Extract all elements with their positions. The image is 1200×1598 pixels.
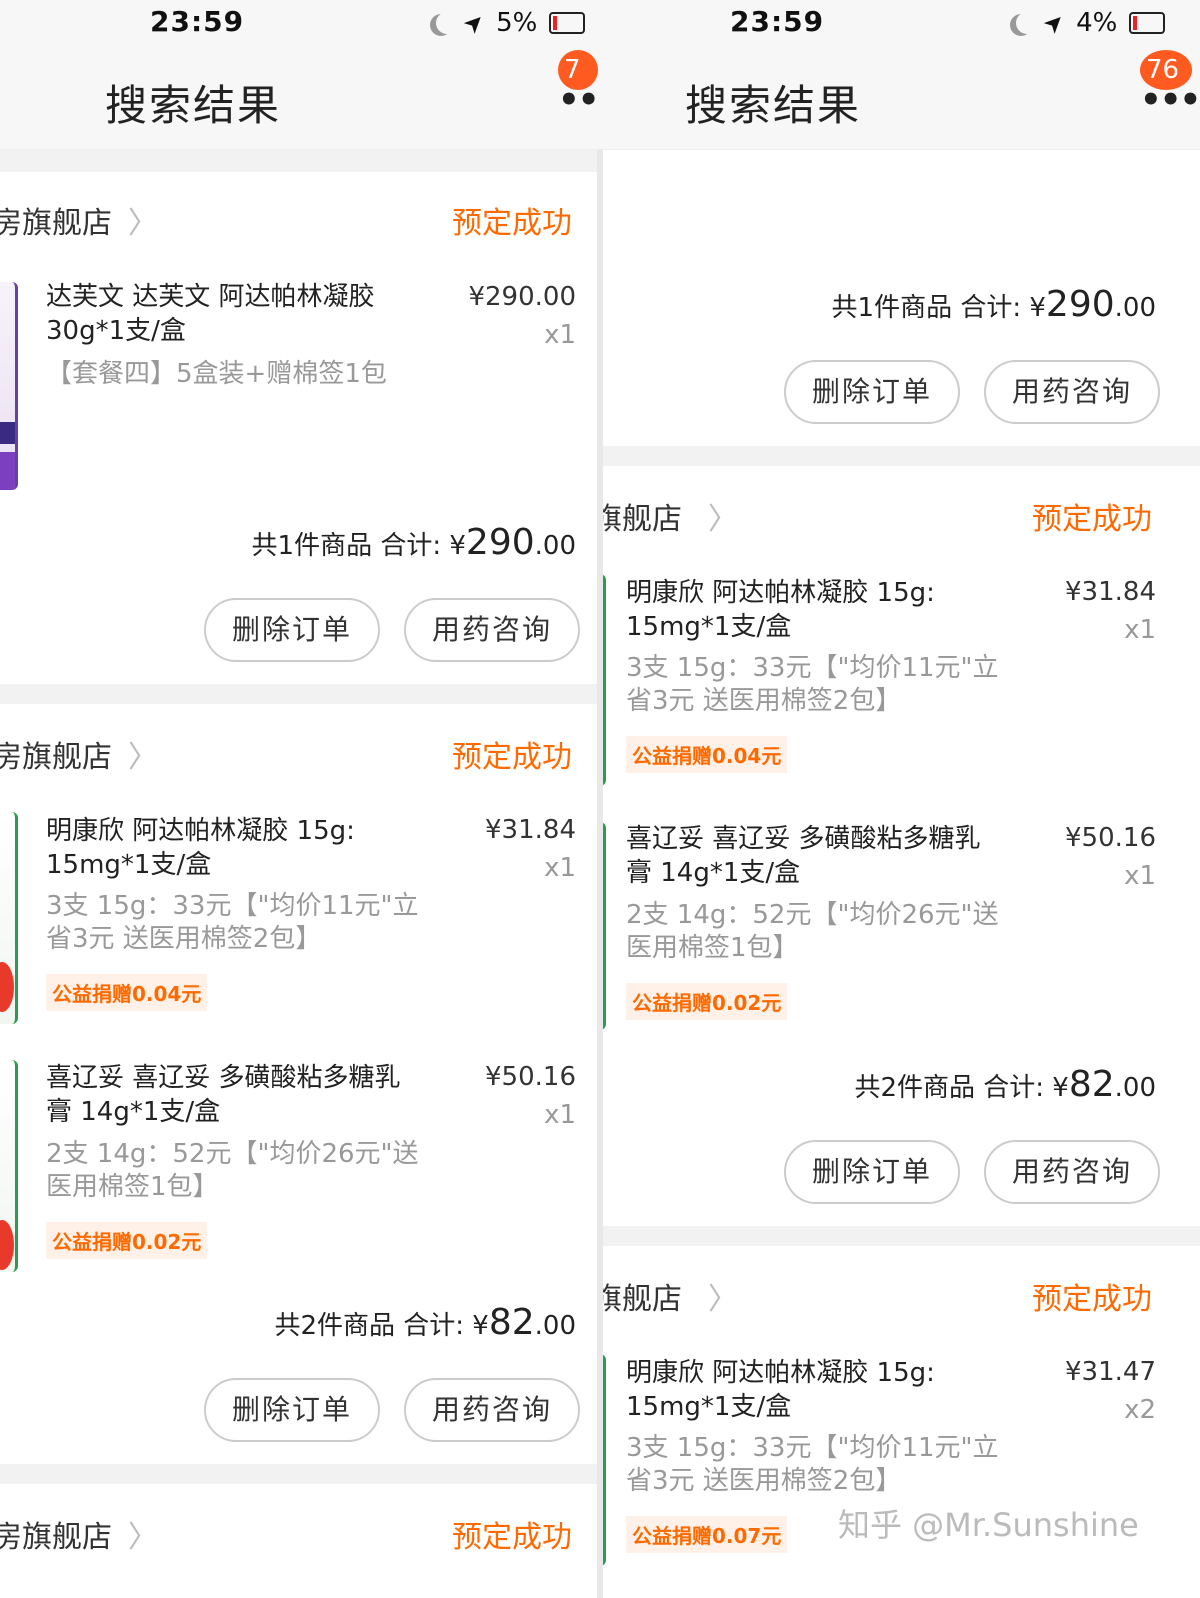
battery-icon [1129, 12, 1166, 34]
order-summary: 共2件商品 合计: ¥82.00 [600, 1064, 1156, 1105]
item-title[interactable]: 明康欣 阿达帕林凝胶 15g: 15mg*1支/盒 [46, 814, 426, 882]
order-status: 预定成功 [1032, 1282, 1152, 1317]
summary-decimals: .00 [1114, 1073, 1156, 1103]
chevron-right-icon[interactable]: 〉 [128, 1512, 158, 1556]
section-gap [0, 1464, 600, 1484]
moon-icon [436, 12, 458, 34]
status-time: 23:59 [150, 5, 245, 38]
section-gap [600, 446, 1200, 466]
item-spec: 3支 15g：33元【"均价11元"立省3元 送医用棉签2包】 [46, 891, 419, 954]
section-gap [600, 1226, 1200, 1246]
page-title: 搜索结果 [105, 81, 282, 130]
item-price: ¥31.84 [1065, 577, 1156, 607]
item-spec: 2支 14g：52元【"均价26元"送医用棉签1包】 [46, 1139, 419, 1202]
summary-label: 共1件商品 合计: ¥ [251, 531, 466, 561]
item-title[interactable]: 喜辽妥 喜辽妥 多磺酸粘多糖乳膏 14g*1支/盒 [46, 1061, 426, 1129]
item-title[interactable]: 达芙文 达芙文 阿达帕林凝胶 30g*1支/盒 [46, 280, 426, 348]
moon-icon [1016, 12, 1038, 34]
item-price: ¥31.47 [1065, 1357, 1156, 1387]
status-bar: 23:59 ➤ 4% [600, 0, 1200, 50]
item-quantity: x1 [544, 1100, 576, 1130]
nav-bar: 搜索结果 76 ••• [600, 50, 1200, 150]
item-quantity: x2 [1124, 1395, 1156, 1425]
watermark: 知乎 @Mr.Sunshine [838, 1506, 1139, 1544]
summary-amount: 82 [1068, 1064, 1115, 1105]
screenshot-divider [597, 150, 603, 1598]
delete-order-button[interactable]: 删除订单 [784, 1140, 960, 1204]
item-price: ¥50.16 [485, 1062, 576, 1092]
item-quantity: x1 [544, 853, 576, 883]
order-status: 预定成功 [1032, 502, 1152, 537]
donation-badge: 公益捐赠0.04元 [626, 736, 788, 773]
right-screenshot: 23:59 ➤ 4% 搜索结果 76 ••• 共1件商品 合计: ¥290.00… [600, 0, 1200, 1598]
medication-consult-button[interactable]: 用药咨询 [984, 360, 1160, 424]
order-summary: 共2件商品 合计: ¥82.00 [16, 1302, 576, 1343]
medication-consult-button[interactable]: 用药咨询 [404, 1378, 580, 1442]
summary-decimals: .00 [534, 1311, 576, 1341]
summary-amount: 82 [488, 1302, 535, 1343]
summary-decimals: .00 [1114, 293, 1156, 323]
item-spec: 【套餐四】5盒装+赠棉签1包 [46, 359, 387, 389]
donation-badge: 公益捐赠0.04元 [46, 974, 208, 1011]
battery-percent: 4% [1076, 8, 1118, 38]
section-gap [0, 150, 600, 172]
chevron-right-icon[interactable]: 〉 [708, 1274, 738, 1318]
product-thumbnail[interactable] [0, 1060, 18, 1272]
shop-name[interactable]: 旗舰店 [600, 494, 682, 538]
summary-amount: 290 [1045, 284, 1115, 325]
left-screenshot: 23:59 ➤ 5% 搜索结果 7 ••• 房旗舰店 〉 预定成功 达芙文 达芙… [0, 0, 600, 1598]
location-arrow-icon: ➤ [1037, 5, 1072, 41]
summary-label: 共1件商品 合计: ¥ [831, 293, 1046, 323]
more-icon[interactable]: ••• [1140, 80, 1200, 120]
summary-amount: 290 [465, 522, 535, 563]
item-spec: 3支 15g：33元【"均价11元"立省3元 送医用棉签2包】 [626, 653, 999, 716]
battery-percent: 5% [496, 8, 538, 38]
item-quantity: x1 [1124, 615, 1156, 645]
order-summary: 共1件商品 合计: ¥290.00 [16, 522, 576, 563]
product-thumbnail[interactable] [0, 812, 18, 1024]
order-status: 预定成功 [452, 206, 572, 241]
nav-bar: 搜索结果 7 ••• [0, 50, 600, 150]
delete-order-button[interactable]: 删除订单 [204, 1378, 380, 1442]
item-spec: 3支 15g：33元【"均价11元"立省3元 送医用棉签2包】 [626, 1433, 999, 1496]
delete-order-button[interactable]: 删除订单 [204, 598, 380, 662]
item-quantity: x1 [544, 320, 576, 350]
shop-name[interactable]: 旗舰店 [600, 1274, 682, 1318]
donation-badge: 公益捐赠0.02元 [46, 1222, 208, 1259]
page-title: 搜索结果 [685, 81, 862, 130]
shop-name[interactable]: 房旗舰店 [0, 732, 112, 776]
item-price: ¥50.16 [1065, 823, 1156, 853]
order-summary: 共1件商品 合计: ¥290.00 [600, 284, 1156, 325]
summary-decimals: .00 [534, 531, 576, 561]
item-price: ¥290.00 [468, 282, 576, 312]
section-gap [0, 684, 600, 704]
donation-badge: 公益捐赠0.07元 [626, 1516, 788, 1553]
item-quantity: x1 [1124, 861, 1156, 891]
shop-name[interactable]: 房旗舰店 [0, 1512, 112, 1556]
location-arrow-icon: ➤ [457, 5, 492, 41]
product-thumbnail[interactable] [0, 282, 18, 490]
donation-badge: 公益捐赠0.02元 [626, 983, 788, 1020]
order-status: 预定成功 [452, 740, 572, 775]
item-price: ¥31.84 [485, 815, 576, 845]
order-status: 预定成功 [452, 1520, 572, 1555]
status-bar: 23:59 ➤ 5% [0, 0, 600, 50]
delete-order-button[interactable]: 删除订单 [784, 360, 960, 424]
chevron-right-icon[interactable]: 〉 [708, 494, 738, 538]
more-icon[interactable]: ••• [558, 80, 600, 120]
item-title[interactable]: 喜辽妥 喜辽妥 多磺酸粘多糖乳膏 14g*1支/盒 [626, 822, 1006, 890]
chevron-right-icon[interactable]: 〉 [128, 198, 158, 242]
item-spec: 2支 14g：52元【"均价26元"送医用棉签1包】 [626, 900, 999, 963]
medication-consult-button[interactable]: 用药咨询 [404, 598, 580, 662]
item-title[interactable]: 明康欣 阿达帕林凝胶 15g: 15mg*1支/盒 [626, 576, 1006, 644]
item-title[interactable]: 明康欣 阿达帕林凝胶 15g: 15mg*1支/盒 [626, 1356, 1006, 1424]
shop-name[interactable]: 房旗舰店 [0, 198, 112, 242]
status-time: 23:59 [730, 5, 825, 38]
chevron-right-icon[interactable]: 〉 [128, 732, 158, 776]
medication-consult-button[interactable]: 用药咨询 [984, 1140, 1160, 1204]
summary-label: 共2件商品 合计: ¥ [854, 1073, 1069, 1103]
battery-icon [549, 12, 586, 34]
summary-label: 共2件商品 合计: ¥ [274, 1311, 489, 1341]
